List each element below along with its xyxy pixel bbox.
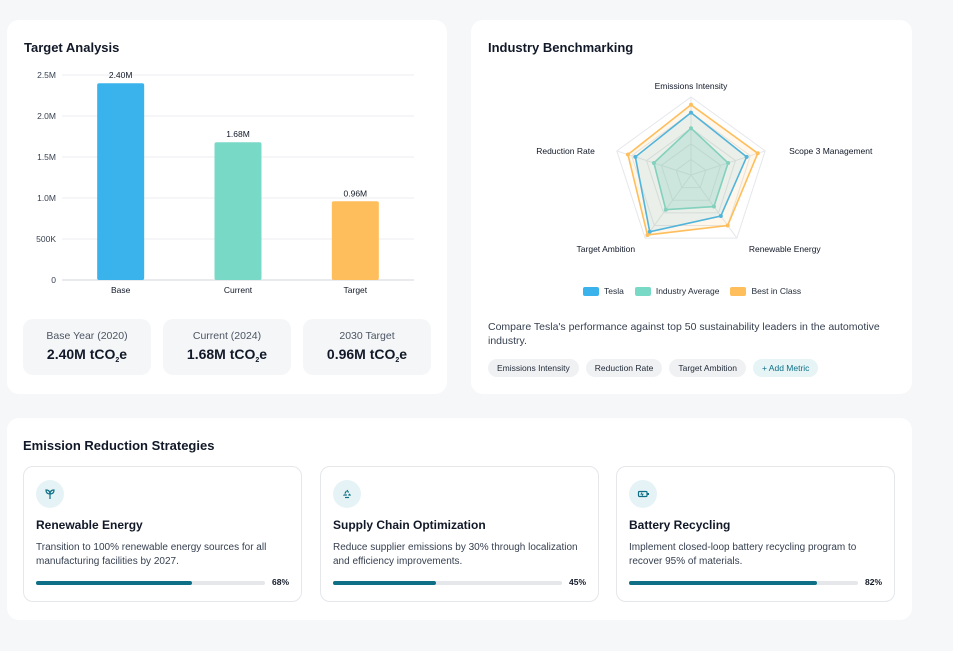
- y-tick-label: 1.5M: [37, 152, 56, 162]
- stat-value: 2.40M tCO2e: [46, 346, 128, 364]
- progress-percent: 45%: [568, 577, 586, 587]
- benchmarking-title: Industry Benchmarking: [488, 40, 634, 55]
- radar-point: [755, 151, 760, 156]
- bar-target: [331, 201, 379, 280]
- x-tick-label: Current: [224, 285, 253, 295]
- battery-icon: [629, 480, 657, 508]
- progress-track: [333, 581, 562, 585]
- industry-benchmarking-card: Industry Benchmarking Emissions Intensit…: [471, 20, 912, 394]
- stat-base-year: Base Year (2020) 2.40M tCO2e: [23, 319, 151, 375]
- chip-reduction-rate[interactable]: Reduction Rate: [585, 359, 663, 377]
- stat-value: 0.96M tCO2e: [326, 346, 408, 364]
- strategy-title: Renewable Energy: [36, 518, 143, 532]
- legend-item-best-in-class[interactable]: Best in Class: [730, 286, 801, 296]
- target-analysis-title: Target Analysis: [24, 40, 120, 55]
- stat-label: 2030 Target: [339, 330, 395, 342]
- x-tick-label: Base: [111, 285, 131, 295]
- progress-track: [36, 581, 265, 585]
- legend-item-tesla[interactable]: Tesla: [583, 286, 624, 296]
- strategy-card-supply-chain[interactable]: Supply Chain Optimization Reduce supplie…: [320, 466, 599, 602]
- stat-2030-target: 2030 Target 0.96M tCO2e: [303, 319, 431, 375]
- metric-chips: Emissions Intensity Reduction Rate Targe…: [488, 359, 819, 377]
- strategy-title: Battery Recycling: [629, 518, 731, 532]
- stat-current: Current (2024) 1.68M tCO2e: [163, 319, 291, 375]
- x-tick-label: Target: [344, 285, 368, 295]
- chip-emissions-intensity[interactable]: Emissions Intensity: [488, 359, 579, 377]
- progress-track: [629, 581, 858, 585]
- stat-label: Base Year (2020): [46, 330, 128, 342]
- chip-target-ambition[interactable]: Target Ambition: [669, 359, 746, 377]
- radar-point: [689, 102, 693, 107]
- y-tick-label: 500K: [36, 234, 56, 244]
- add-metric-button[interactable]: + Add Metric: [752, 359, 819, 377]
- radar-axis-label: Renewable Energy: [749, 244, 822, 254]
- strategy-card-battery-recycling[interactable]: Battery Recycling Implement closed-loop …: [616, 466, 895, 602]
- radar-axis-label: Scope 3 Management: [789, 146, 873, 156]
- benchmark-description: Compare Tesla's performance against top …: [488, 321, 880, 347]
- bar-base: [97, 83, 145, 280]
- stat-label: Current (2024): [192, 330, 262, 342]
- legend-item-industry-average[interactable]: Industry Average: [634, 286, 719, 296]
- recycle-icon: [333, 480, 361, 508]
- target-analysis-card: Target Analysis 0 500K 1.0M 1.5M 2.0M 2.5M 2.4…: [7, 20, 447, 394]
- emission-strategies-card: Emission Reduction Strategies Renewable …: [7, 418, 912, 620]
- radar-point: [725, 223, 730, 228]
- radar-series-best-in-class: [627, 103, 759, 236]
- y-tick-label: 2.0M: [37, 111, 56, 121]
- bar-data-label: 2.40M: [109, 70, 133, 80]
- legend-swatch: [583, 286, 599, 296]
- y-tick-label: 0: [51, 275, 56, 285]
- strategy-title: Supply Chain Optimization: [333, 518, 486, 532]
- progress-percent: 82%: [864, 577, 882, 587]
- strategy-description: Reduce supplier emissions by 30% through…: [333, 542, 578, 567]
- progress-fill: [629, 581, 817, 585]
- legend-swatch: [730, 286, 747, 296]
- strategy-description: Implement closed-loop battery recycling …: [629, 542, 857, 567]
- progress-fill: [333, 581, 437, 585]
- strategy-description: Transition to 100% renewable energy sour…: [36, 542, 267, 567]
- bar-current: [214, 142, 262, 280]
- y-tick-label: 1.0M: [37, 193, 56, 203]
- y-tick-label: 2.5M: [37, 70, 56, 80]
- radar-axis-label: Emissions Intensity: [655, 81, 728, 91]
- strategy-card-renewable-energy[interactable]: Renewable Energy Transition to 100% rene…: [23, 466, 302, 602]
- radar-point: [645, 232, 650, 237]
- radar-axis-label: Target Ambition: [577, 244, 636, 254]
- progress-fill: [36, 581, 192, 585]
- plant-icon: [36, 480, 64, 508]
- progress-percent: 68%: [271, 577, 289, 587]
- bar-data-label: 0.96M: [344, 188, 368, 198]
- radar-legend: Tesla Industry Average Best in Class: [583, 286, 801, 296]
- target-bar-chart: 0 500K 1.0M 1.5M 2.0M 2.5M 2.40M Base 1.68M Curre…: [36, 70, 414, 295]
- strategies-title: Emission Reduction Strategies: [23, 438, 215, 453]
- legend-swatch: [634, 286, 651, 296]
- benchmark-radar-chart: Emissions Intensity Scope 3 Management Ren…: [536, 81, 873, 254]
- stat-value: 1.68M tCO2e: [186, 346, 268, 364]
- radar-axis-label: Reduction Rate: [536, 146, 595, 156]
- radar-point: [625, 152, 630, 157]
- bar-data-label: 1.68M: [226, 129, 250, 139]
